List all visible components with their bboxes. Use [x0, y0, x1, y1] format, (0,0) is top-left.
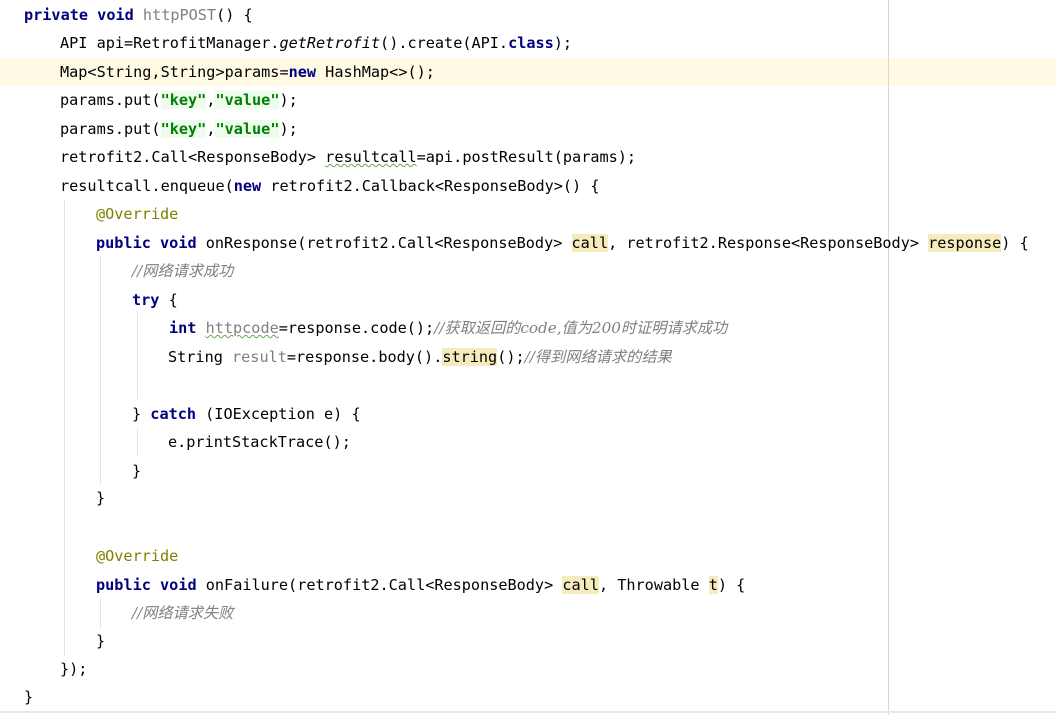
code-text: (); — [497, 348, 525, 366]
right-margin-guide — [888, 0, 889, 715]
code-text: , Throwable — [598, 576, 709, 594]
code-line[interactable]: Map<String,String>params=new HashMap<>()… — [60, 58, 435, 86]
code-text: , retrofit2.Response<ResponseBody> — [608, 234, 929, 252]
parameter-name: response — [928, 234, 1002, 252]
code-line[interactable]: } — [132, 457, 141, 485]
code-text: ); — [279, 120, 298, 138]
variable-name: httpcode — [205, 319, 279, 337]
code-editor[interactable]: private void httpPOST() { API api=Retrof… — [0, 0, 1056, 715]
code-line[interactable]: e.printStackTrace(); — [168, 428, 351, 456]
keyword: void — [160, 576, 197, 594]
code-text: e.printStackTrace(); — [168, 433, 351, 451]
code-line[interactable]: retrofit2.Call<ResponseBody> resultcall=… — [60, 143, 636, 171]
static-call: getRetrofit — [279, 34, 381, 52]
editor-bottom-border — [0, 711, 1056, 713]
code-text: onFailure(retrofit2.Call<ResponseBody> — [205, 576, 563, 594]
variable-name: result — [232, 348, 287, 366]
variable-name: resultcall — [325, 148, 417, 166]
code-text: params.put( — [60, 91, 161, 109]
indent-guide — [137, 313, 138, 399]
code-text: API api=RetrofitManager. — [60, 34, 280, 52]
code-line[interactable]: } catch (IOException e) { — [132, 400, 361, 428]
code-text: params.put( — [60, 120, 161, 138]
comment: //获取返回的code,值为200时证明请求成功 — [434, 319, 728, 337]
code-line[interactable]: @Override — [96, 542, 178, 570]
keyword: class — [508, 34, 554, 52]
keyword: try — [132, 291, 160, 309]
code-text: HashMap<>(); — [316, 63, 435, 81]
comment: //网络请求成功 — [132, 262, 234, 280]
code-text: ); — [553, 34, 573, 52]
code-line[interactable]: } — [96, 484, 105, 512]
code-text: } — [24, 688, 34, 706]
code-text: =response.code(); — [278, 319, 435, 337]
indent-guide — [100, 257, 101, 484]
keyword: public — [96, 576, 151, 594]
indent-guide — [100, 599, 101, 628]
code-text: onResponse(retrofit2.Call<ResponseBody> — [205, 234, 572, 252]
code-text: } — [132, 462, 142, 480]
keyword: void — [97, 6, 134, 24]
code-text: resultcall.enqueue( — [60, 177, 234, 195]
code-line[interactable]: int httpcode=response.code();//获取返回的code… — [169, 314, 727, 342]
code-text: retrofit2.Callback<ResponseBody>() { — [261, 177, 600, 195]
code-text: ().create(API. — [380, 34, 509, 52]
code-text: String — [168, 348, 233, 366]
keyword: int — [169, 319, 197, 337]
code-line[interactable]: public void onFailure(retrofit2.Call<Res… — [96, 571, 745, 599]
keyword: private — [24, 6, 89, 24]
string-literal: "value" — [215, 120, 280, 138]
code-line[interactable]: } — [96, 627, 105, 655]
code-text: Map<String,String>params= — [60, 63, 289, 81]
code-line[interactable]: //网络请求成功 — [132, 257, 233, 285]
code-line[interactable]: params.put("key","value"); — [60, 115, 298, 143]
code-line[interactable]: public void onResponse(retrofit2.Call<Re… — [96, 229, 1029, 257]
code-line[interactable]: }); — [60, 655, 87, 683]
method-call: string — [442, 348, 498, 366]
code-text: ) { — [1001, 234, 1029, 252]
parameter-name: call — [571, 234, 609, 252]
comment: //网络请求失败 — [132, 604, 234, 622]
code-text: }); — [60, 660, 88, 678]
annotation: @Override — [96, 547, 179, 565]
code-text: { — [159, 291, 178, 309]
keyword: new — [233, 177, 262, 195]
code-text: () { — [216, 6, 253, 24]
indent-guide — [137, 428, 138, 457]
string-literal: "key" — [160, 120, 207, 138]
code-text: } — [96, 489, 106, 507]
keyword: public — [96, 234, 151, 252]
code-line[interactable]: resultcall.enqueue(new retrofit2.Callbac… — [60, 172, 600, 200]
code-line[interactable]: try { — [132, 286, 178, 314]
code-line[interactable]: params.put("key","value"); — [60, 86, 298, 114]
code-text: ) { — [717, 576, 746, 594]
keyword: new — [288, 63, 317, 81]
string-literal: "key" — [160, 91, 207, 109]
code-text: retrofit2.Call<ResponseBody> — [60, 148, 326, 166]
code-line[interactable]: //网络请求失败 — [132, 599, 233, 627]
string-literal: "value" — [215, 91, 280, 109]
code-line[interactable]: API api=RetrofitManager.getRetrofit().cr… — [60, 29, 572, 57]
code-text: (IOException e) { — [196, 405, 361, 423]
code-line[interactable]: @Override — [96, 200, 178, 228]
code-text: } — [132, 405, 151, 423]
code-text: } — [96, 632, 106, 650]
parameter-name: t — [708, 576, 718, 594]
comment: //得到网络请求的结果 — [524, 348, 672, 366]
method-name: httpPOST — [142, 6, 217, 24]
code-text: ); — [279, 91, 298, 109]
code-text: =api.postResult(params); — [416, 148, 637, 166]
parameter-name: call — [562, 576, 599, 594]
code-line[interactable]: private void httpPOST() { — [24, 1, 253, 29]
code-text: =response.body(). — [286, 348, 443, 366]
keyword: void — [160, 234, 197, 252]
code-line[interactable]: } — [24, 683, 33, 711]
annotation: @Override — [96, 205, 179, 223]
code-line[interactable]: String result=response.body().string();/… — [168, 343, 672, 371]
keyword: catch — [150, 405, 197, 423]
indent-guide — [64, 200, 65, 656]
